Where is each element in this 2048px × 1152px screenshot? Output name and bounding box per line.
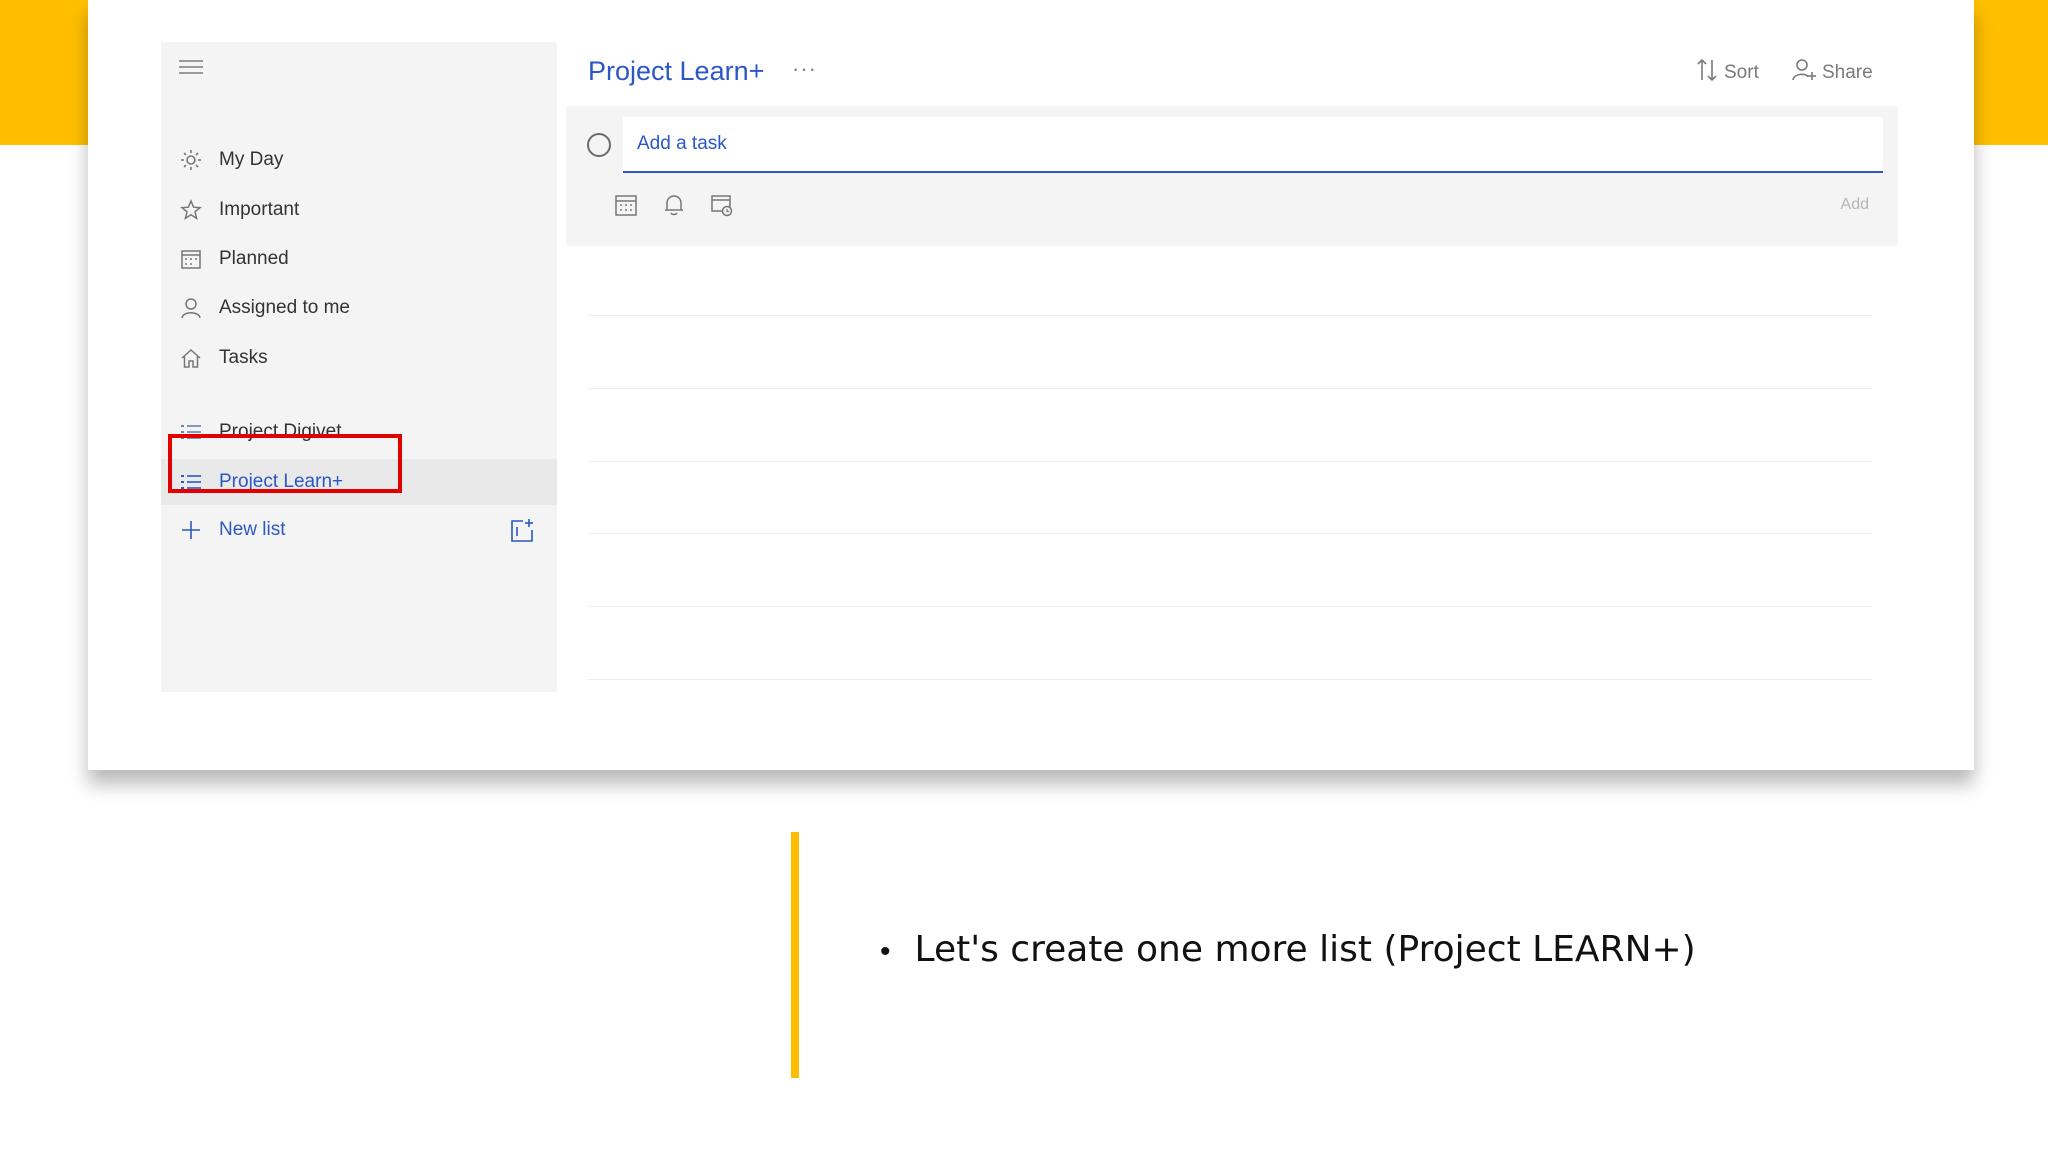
empty-row-divider [588, 606, 1872, 607]
sidebar-list-project-digivet[interactable]: Project Digivet [161, 409, 557, 455]
slide-bullet-text: Let's create one more list (Project LEAR… [914, 929, 1696, 970]
new-list-label: New list [219, 519, 286, 540]
empty-row-divider [588, 315, 1872, 316]
add-button[interactable]: Add [1841, 196, 1869, 214]
empty-row-divider [588, 679, 1872, 680]
plus-icon [179, 518, 203, 542]
sidebar-item-tasks[interactable]: Tasks [161, 335, 557, 381]
sidebar-item-label: My Day [219, 149, 284, 170]
sidebar-item-assigned-to-me[interactable]: Assigned to me [161, 285, 557, 331]
empty-row-divider [588, 461, 1872, 462]
sidebar-item-label: Planned [219, 248, 289, 269]
new-group-icon[interactable] [509, 518, 535, 544]
slide-bullet: • Let's create one more list (Project LE… [880, 929, 1696, 970]
share-person-icon [1792, 58, 1816, 87]
sidebar-list-project-learn-plus[interactable]: Project Learn+ [161, 459, 557, 505]
yellow-corner-left [0, 0, 88, 145]
repeat-calendar-icon[interactable] [709, 192, 735, 218]
new-list-button[interactable]: New list [161, 507, 557, 553]
sidebar-list-label: Project Digivet [219, 421, 342, 442]
person-icon [179, 296, 203, 320]
yellow-corner-right [1974, 0, 2048, 145]
due-date-icon[interactable] [613, 192, 639, 218]
home-icon [179, 346, 203, 370]
sidebar-item-planned[interactable]: Planned [161, 236, 557, 282]
add-task-card: Add [567, 106, 1897, 244]
task-complete-circle[interactable] [587, 133, 611, 157]
sidebar-item-my-day[interactable]: My Day [161, 137, 557, 183]
bell-icon[interactable] [661, 192, 687, 218]
empty-row-divider [588, 533, 1872, 534]
empty-row-divider [588, 388, 1872, 389]
page-title: Project Learn+ [588, 56, 765, 86]
todo-app-window: My Day Important Planned Assigned to me [88, 0, 1974, 770]
sidebar-list-label: Project Learn+ [219, 471, 344, 492]
sort-button[interactable]: Sort [1696, 58, 1759, 87]
add-task-input[interactable] [623, 117, 1883, 173]
list-icon [179, 470, 203, 494]
list-icon [179, 420, 203, 444]
sort-icon [1696, 58, 1718, 87]
more-options-icon[interactable]: ··· [792, 56, 817, 82]
hamburger-menu-icon[interactable] [179, 60, 203, 78]
sidebar-item-label: Important [219, 199, 300, 220]
sidebar-item-label: Tasks [219, 347, 268, 368]
sidebar-item-important[interactable]: Important [161, 187, 557, 233]
sun-icon [179, 148, 203, 172]
sidebar: My Day Important Planned Assigned to me [161, 42, 557, 692]
share-button[interactable]: Share [1792, 58, 1873, 87]
bullet-dot: • [880, 935, 891, 968]
sort-label: Sort [1724, 61, 1759, 83]
calendar-icon [179, 247, 203, 271]
star-icon [179, 198, 203, 222]
sidebar-item-label: Assigned to me [219, 297, 350, 318]
accent-bar [791, 832, 799, 1078]
share-label: Share [1822, 61, 1873, 83]
